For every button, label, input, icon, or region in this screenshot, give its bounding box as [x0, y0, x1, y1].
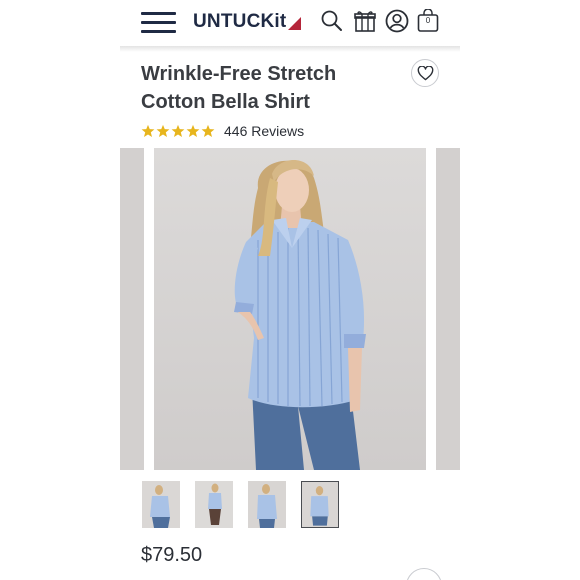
reviews-link[interactable]: 446 Reviews	[224, 123, 304, 139]
star-icon	[156, 124, 170, 138]
cart-count: 0	[425, 16, 431, 25]
next-slide-image[interactable]	[436, 148, 460, 470]
thumbnail-3[interactable]	[248, 481, 286, 528]
account-icon[interactable]	[385, 9, 409, 33]
search-icon[interactable]	[320, 9, 344, 33]
rating-row[interactable]: 446 Reviews	[141, 122, 304, 140]
chat-button[interactable]	[406, 568, 442, 580]
heart-icon	[417, 65, 433, 80]
brand-logo[interactable]: UNTUCKit	[193, 11, 302, 33]
star-icon	[171, 124, 185, 138]
model-photo	[234, 160, 366, 470]
product-price: $79.50	[141, 544, 203, 566]
star-icon	[186, 124, 200, 138]
thumbnail-photo	[302, 482, 337, 526]
gift-icon[interactable]	[353, 9, 377, 33]
star-rating	[141, 124, 215, 138]
thumbnail-photo	[142, 481, 180, 528]
thumbnail-2[interactable]	[195, 481, 233, 528]
thumbnail-4[interactable]	[301, 481, 339, 528]
star-icon	[141, 124, 155, 138]
favorite-button[interactable]	[411, 59, 439, 87]
star-icon	[201, 124, 215, 138]
thumbnail-photo	[248, 481, 286, 528]
thumbnail-photo	[195, 481, 233, 528]
cart-button[interactable]: 0	[417, 8, 439, 33]
logo-text: UNTUCKit	[193, 11, 287, 32]
site-header: UNTUCKit 0	[120, 0, 460, 46]
product-title: Wrinkle-Free Stretch Cotton Bella Shirt	[141, 63, 337, 113]
product-main-image[interactable]	[154, 148, 426, 470]
previous-slide-image[interactable]	[120, 148, 144, 470]
header-divider	[120, 46, 460, 52]
menu-icon[interactable]	[141, 12, 176, 33]
thumbnail-1[interactable]	[142, 481, 180, 528]
logo-flag-icon	[288, 16, 302, 30]
